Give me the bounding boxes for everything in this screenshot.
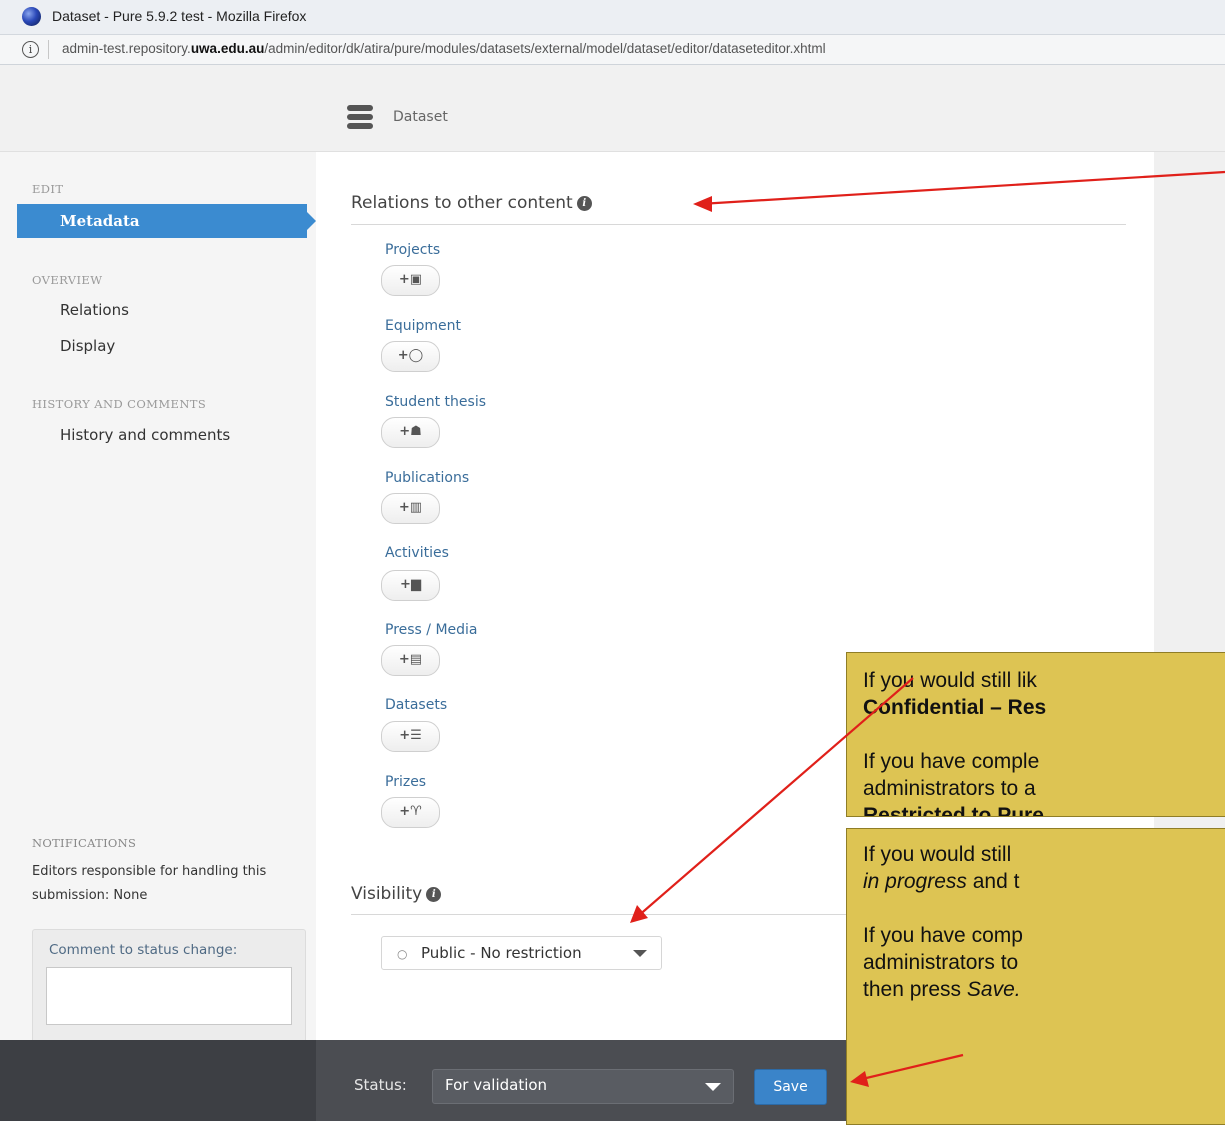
status-select[interactable]: For validation: [432, 1069, 734, 1104]
editor-header: Dataset: [0, 65, 1225, 152]
callout-status-change: If you would still in progress and t If …: [846, 828, 1225, 1125]
sidebar-item-display[interactable]: Display: [60, 337, 115, 355]
chevron-down-icon: [633, 950, 647, 957]
database-icon: [347, 105, 373, 131]
chevron-down-icon: [705, 1083, 721, 1091]
comment-textarea[interactable]: [46, 967, 292, 1025]
notifications-heading: NOTIFICATIONS: [32, 836, 137, 850]
sidebar-heading-history: HISTORY AND COMMENTS: [32, 397, 207, 411]
add-dataset-button[interactable]: +☰: [381, 721, 440, 752]
relation-label-equipment: Equipment: [385, 318, 461, 334]
relations-divider: [351, 224, 1126, 225]
comment-label: Comment to status change:: [49, 942, 238, 958]
visibility-info-icon[interactable]: i: [426, 886, 442, 902]
callout1-line1: If you would still lik: [863, 669, 1037, 692]
relations-title-text: Relations to other content: [351, 193, 573, 213]
callout2-line3: If you have comp: [863, 924, 1023, 947]
add-equipment-button[interactable]: +◯: [381, 341, 440, 372]
callout1-line4: administrators to a: [863, 777, 1036, 800]
visibility-section-title: Visibility i: [351, 884, 442, 904]
callout2-line2: in progress and t: [863, 868, 1019, 895]
callout2-line2-rest: and t: [966, 870, 1020, 893]
sidebar-heading-overview: OVERVIEW: [32, 273, 103, 287]
add-activity-button[interactable]: +▆: [381, 570, 440, 601]
relations-info-icon[interactable]: i: [576, 195, 592, 211]
address-separator: [48, 40, 49, 59]
callout2-line4: administrators to: [863, 951, 1019, 974]
relation-label-datasets: Datasets: [385, 697, 448, 713]
callout1-line2: Confidential – Res: [863, 696, 1047, 719]
callout2-line5-save: Save.: [966, 978, 1021, 1001]
callout2-line1: If you would still: [863, 843, 1012, 866]
status-label: Status:: [354, 1076, 407, 1094]
save-button[interactable]: Save: [754, 1069, 827, 1105]
relation-label-prizes: Prizes: [385, 774, 427, 790]
relation-label-student-thesis: Student thesis: [385, 394, 487, 410]
add-student-thesis-button[interactable]: +☗: [381, 417, 440, 448]
window-title: Dataset - Pure 5.9.2 test - Mozilla Fire…: [52, 8, 307, 24]
comment-box: Comment to status change:: [32, 929, 306, 1044]
sidebar-item-metadata[interactable]: Metadata: [17, 204, 316, 238]
relation-label-projects: Projects: [385, 242, 441, 258]
add-project-button[interactable]: +▣: [381, 265, 440, 296]
browser-title-bar: Dataset - Pure 5.9.2 test - Mozilla Fire…: [0, 0, 1225, 35]
visibility-value: Public - No restriction: [421, 944, 582, 962]
add-press-media-button[interactable]: +▤: [381, 645, 440, 676]
visibility-circle-icon: ○: [397, 947, 408, 961]
callout1-line5: Restricted to Pure: [863, 804, 1044, 817]
url-path: /admin/editor/dk/atira/pure/modules/data…: [264, 41, 826, 56]
relations-section-title: Relations to other content i: [351, 193, 592, 213]
add-prize-button[interactable]: +♈: [381, 797, 440, 828]
visibility-select[interactable]: ○ Public - No restriction: [381, 936, 662, 970]
firefox-globe-icon: [22, 7, 41, 26]
url-domain: uwa.edu.au: [190, 41, 265, 56]
relation-label-publications: Publications: [385, 470, 470, 486]
relation-label-activities: Activities: [385, 545, 449, 561]
editor-title: Dataset: [393, 109, 448, 125]
callout1-line3: If you have comple: [863, 750, 1040, 773]
sidebar-item-relations[interactable]: Relations: [60, 301, 129, 319]
callout-restricted-access: If you would still lik Confidential – Re…: [846, 652, 1225, 817]
info-icon[interactable]: i: [22, 41, 39, 58]
callout2-line5-text: then press: [863, 978, 967, 1001]
status-value: For validation: [445, 1076, 548, 1094]
callout2-line5: then press Save.: [863, 976, 1021, 1003]
relation-label-press-media: Press / Media: [385, 622, 478, 638]
sidebar-item-history[interactable]: History and comments: [60, 426, 230, 444]
visibility-title-text: Visibility: [351, 884, 423, 904]
bottom-toolbar-left: [0, 1040, 316, 1121]
editors-responsible-text: Editors responsible for handling this su…: [32, 864, 267, 903]
sidebar-item-label: Metadata: [60, 212, 140, 230]
url-text[interactable]: admin-test.repository.uwa.edu.au/admin/e…: [62, 41, 826, 56]
url-prefix: admin-test.repository.: [62, 41, 191, 56]
address-bar[interactable]: i admin-test.repository.uwa.edu.au/admin…: [0, 35, 1225, 65]
callout2-line2-italic: in progress: [863, 870, 967, 893]
sidebar-heading-edit: EDIT: [32, 182, 64, 196]
add-publication-button[interactable]: +▥: [381, 493, 440, 524]
